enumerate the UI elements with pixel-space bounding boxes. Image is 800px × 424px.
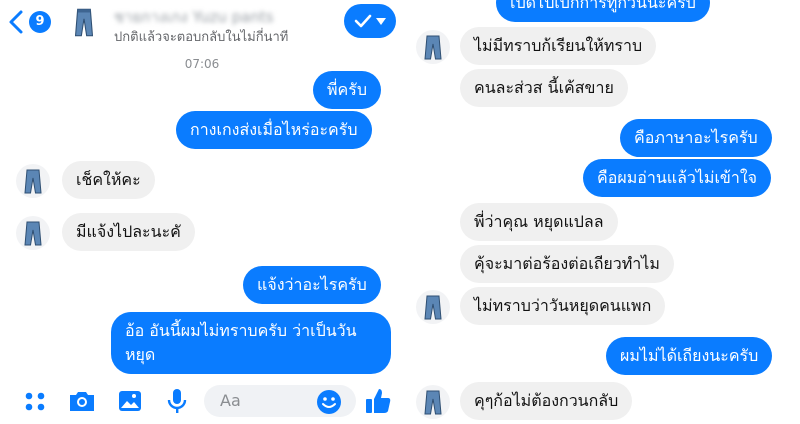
thumbs-up-icon[interactable] xyxy=(363,386,393,416)
message-bubble-incoming[interactable]: ไม่ทราบว่าวันหยุดคนแพก xyxy=(460,287,666,325)
message-bubble-incoming[interactable]: เช็คให้คะ xyxy=(62,161,155,199)
message-bubble-outgoing[interactable]: อ้อ อันนี้ผมไม่ทราบครับ ว่าเป็นวันหยุด xyxy=(111,312,391,374)
jeans-avatar-icon xyxy=(24,169,42,194)
unread-count-badge[interactable]: 9 xyxy=(29,11,51,33)
right-conversation-panel: เปิดไปเบิกการทูกวันนะครับ ไม่มีทราบก้เรี… xyxy=(410,0,800,424)
message-bubble-incoming[interactable]: คนละส่วส นี้เค้สขาย xyxy=(460,69,628,107)
contact-status: ปกติแล้วจะตอบกลับในไม่กี่นาที xyxy=(114,30,289,45)
image-icon[interactable] xyxy=(115,386,145,416)
jeans-avatar-icon xyxy=(74,8,94,37)
left-conversation-panel: 9 ชายกางเกง Yuzu pants ปกติแล้วจะตอบกลับ… xyxy=(0,0,404,424)
chevron-down-icon xyxy=(376,18,386,25)
contact-avatar xyxy=(16,164,50,198)
camera-icon[interactable] xyxy=(67,386,97,416)
menu-dots-icon[interactable] xyxy=(20,386,50,416)
message-bubble-incoming[interactable]: ไม่มีทราบก้เรียนให้ทราบ xyxy=(460,27,657,65)
jeans-avatar-icon xyxy=(424,35,442,60)
emoji-icon[interactable] xyxy=(316,389,342,415)
contact-avatar xyxy=(416,30,450,64)
chat-header: 9 ชายกางเกง Yuzu pants ปกติแล้วจะตอบกลับ… xyxy=(0,0,404,52)
message-bubble-outgoing[interactable]: เปิดไปเบิกการทูกวันนะครับ xyxy=(496,0,710,22)
message-bubble-outgoing[interactable]: คือผมอ่านแล้วไม่เข้าใจ xyxy=(583,159,772,197)
check-icon xyxy=(354,14,372,28)
contact-avatar xyxy=(16,216,50,250)
microphone-icon[interactable] xyxy=(162,386,192,416)
jeans-avatar-icon xyxy=(424,295,442,320)
header-action-button[interactable] xyxy=(344,4,396,38)
message-bubble-incoming[interactable]: มีแจ้งไปละนะคั xyxy=(62,213,195,251)
message-bubble-outgoing[interactable]: กางเกงส่งเมื่อไหร่อะครับ xyxy=(176,111,372,149)
message-bubble-outgoing[interactable]: แจ้งว่าอะไรครับ xyxy=(243,266,381,304)
message-bubble-outgoing[interactable]: ผมไม่ได้เถียงนะครับ xyxy=(606,337,773,375)
message-bubble-outgoing[interactable]: คือภาษาอะไรครับ xyxy=(620,119,772,157)
contact-avatar[interactable] xyxy=(66,4,102,40)
contact-avatar xyxy=(416,290,450,324)
contact-avatar xyxy=(416,385,450,419)
chat-timestamp: 07:06 xyxy=(184,57,220,71)
message-bubble-outgoing[interactable]: พี่ครับ xyxy=(313,71,381,109)
message-bubble-incoming[interactable]: คุ้จะมาต่อร้องต่อเถียวทำไม xyxy=(460,245,674,283)
jeans-avatar-icon xyxy=(24,221,42,246)
message-bubble-incoming[interactable]: คุๆก้อไม่ต้องกวนกลับ xyxy=(460,382,633,420)
message-composer: Aa xyxy=(0,378,404,424)
chevron-left-icon[interactable] xyxy=(6,9,26,35)
jeans-avatar-icon xyxy=(424,390,442,415)
message-bubble-incoming[interactable]: พี่ว่าคุณ หยุดแปลล xyxy=(460,203,618,241)
